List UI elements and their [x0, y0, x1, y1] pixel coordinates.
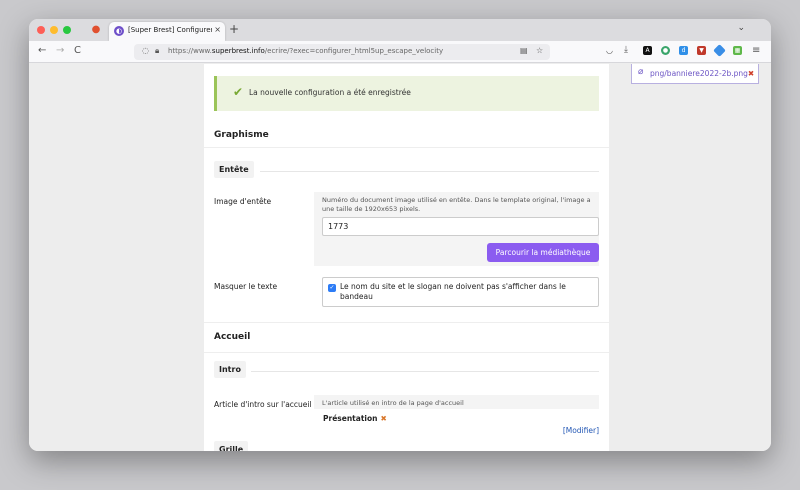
bookmark-star-icon[interactable]: ☆	[536, 46, 543, 55]
divider	[204, 352, 609, 353]
success-alert: ✔ La nouvelle configuration a été enregi…	[214, 76, 599, 111]
pocket-icon[interactable]: ◡	[606, 46, 613, 55]
extension-blue-icon[interactable]: d	[679, 46, 688, 55]
back-button[interactable]: ←	[38, 45, 46, 56]
tab-close-icon[interactable]: ×	[214, 25, 221, 34]
extension-diamond-icon[interactable]	[713, 44, 726, 57]
image-label: Image d'entête	[214, 197, 272, 206]
forward-button[interactable]: →	[56, 45, 64, 56]
alert-text: La nouvelle configuration a été enregist…	[249, 88, 411, 97]
shield-icon[interactable]: ◌	[142, 46, 149, 55]
url-domain: superbrest.info	[211, 47, 265, 55]
window-maximize-button[interactable]	[63, 26, 71, 34]
remove-article-icon[interactable]: ✖	[380, 414, 386, 423]
tab-bar: ● ◐ [Super Brest] Configurer le squel × …	[29, 19, 771, 41]
section-title-accueil: Accueil	[214, 332, 251, 342]
remove-document-icon[interactable]: ✖	[748, 69, 754, 78]
subtab-entete: Entête	[214, 161, 254, 178]
url-path: /ecrire/?exec=configurer_html5up_escape_…	[264, 47, 444, 55]
browser-window: ● ◐ [Super Brest] Configurer le squel × …	[29, 19, 771, 451]
url-prefix: https://www.	[168, 47, 212, 55]
document-box: ⌀ png/banniere2022-2b.png✖	[631, 64, 759, 84]
intro-hint: L'article utilisé en intro de la page d'…	[322, 399, 464, 407]
url-text[interactable]: https://www.superbrest.info/ecrire/?exec…	[168, 47, 443, 55]
site-favicon-icon: ◐	[114, 26, 124, 36]
hide-text-checkbox[interactable]: ✓	[328, 284, 336, 292]
new-tab-button[interactable]: +	[229, 22, 239, 36]
tab-active[interactable]: ◐ [Super Brest] Configurer le squel ×	[109, 22, 225, 41]
window-close-button[interactable]	[37, 26, 45, 34]
extension-shield-icon[interactable]: ▼	[697, 46, 706, 55]
menu-icon[interactable]: ≡	[752, 45, 760, 56]
window-minimize-button[interactable]	[50, 26, 58, 34]
tab-title: [Super Brest] Configurer le squel	[128, 26, 212, 34]
divider	[251, 371, 599, 372]
extension-image-icon[interactable]: ▦	[733, 46, 742, 55]
tab-list-chevron-icon[interactable]: ⌄	[737, 23, 745, 33]
config-panel: ✔ La nouvelle configuration a été enregi…	[204, 64, 609, 451]
divider	[204, 322, 609, 323]
section-title-graphisme: Graphisme	[214, 130, 269, 140]
subtab-grille: Grille	[214, 441, 249, 451]
divider	[204, 147, 609, 148]
reload-button[interactable]: C	[74, 45, 81, 56]
url-bar[interactable]: ◌ 🔒︎ https://www.superbrest.info/ecrire/…	[134, 44, 550, 60]
nav-bar: ← → C ◌ 🔒︎ https://www.superbrest.info/e…	[29, 41, 771, 63]
hide-text-label: Masquer le texte	[214, 282, 278, 291]
paperclip-icon: ⌀	[638, 67, 644, 77]
divider	[260, 171, 599, 172]
checkmark-icon: ✔	[233, 85, 244, 99]
subtab-intro: Intro	[214, 361, 246, 378]
selected-article-title: Présentation	[323, 414, 378, 423]
download-icon[interactable]: ⤓	[624, 45, 628, 55]
extension-a-icon[interactable]: A	[643, 46, 652, 55]
hide-text-field[interactable]: ✓ Le nom du site et le slogan ne doivent…	[322, 277, 599, 307]
hide-text-checkbox-label[interactable]: Le nom du site et le slogan ne doivent p…	[340, 282, 595, 302]
browse-media-button[interactable]: Parcourir la médiathèque	[487, 243, 599, 262]
extension-green-icon[interactable]: ●	[661, 46, 670, 55]
document-file[interactable]: png/banniere2022-2b.png✖	[650, 69, 754, 78]
image-number-input[interactable]: 1773	[322, 217, 599, 236]
modify-link[interactable]: [Modifier]	[563, 426, 599, 435]
image-explain: Numéro du document image utilisé en entê…	[322, 196, 591, 213]
page-content: ✔ La nouvelle configuration a été enregi…	[29, 64, 771, 451]
selected-article: Présentation ✖	[323, 414, 387, 423]
pinned-tab-icon[interactable]: ●	[89, 23, 103, 37]
reader-view-icon[interactable]: ▤	[520, 46, 528, 55]
document-file-name: png/banniere2022-2b.png	[650, 69, 748, 78]
lock-icon[interactable]: 🔒︎	[155, 46, 159, 56]
intro-article-label: Article d'intro sur l'accueil	[214, 400, 312, 409]
